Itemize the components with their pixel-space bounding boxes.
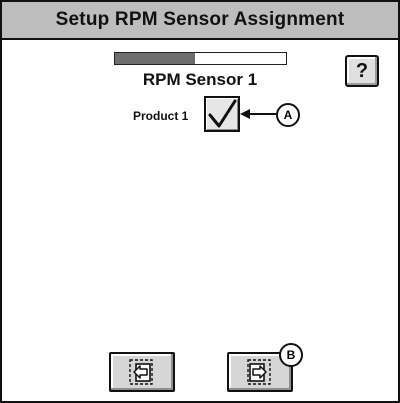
setup-window: Setup RPM Sensor Assignment RPM Sensor 1… (0, 0, 400, 403)
checkmark-icon (208, 99, 237, 128)
sensor-title: RPM Sensor 1 (142, 70, 258, 89)
title-bar: Setup RPM Sensor Assignment (2, 2, 398, 40)
callout-a: A (276, 103, 300, 127)
back-button[interactable] (109, 352, 175, 392)
progress-bar (114, 52, 287, 65)
callout-b: B (279, 343, 303, 367)
product-checkbox[interactable] (204, 96, 240, 132)
question-mark-icon: ? (355, 59, 369, 82)
product-label: Product 1 (133, 109, 189, 123)
help-button[interactable]: ? (345, 55, 379, 87)
progress-fill (115, 53, 196, 64)
window-title: Setup RPM Sensor Assignment (55, 9, 345, 30)
back-arrow-icon (129, 359, 153, 385)
